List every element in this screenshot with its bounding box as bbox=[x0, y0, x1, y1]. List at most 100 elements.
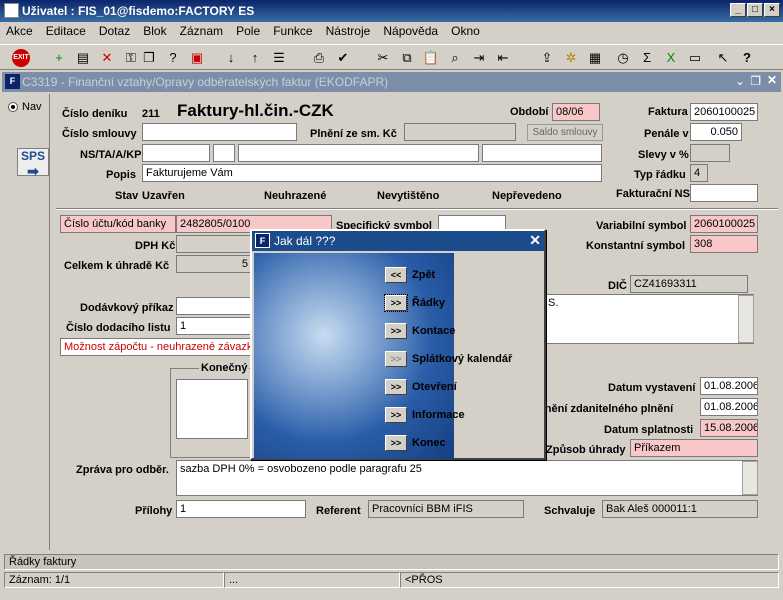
menu-okno[interactable]: Okno bbox=[451, 24, 480, 38]
document-icon[interactable]: ▭ bbox=[686, 49, 704, 67]
tools-icon[interactable]: ✲ bbox=[562, 49, 580, 67]
ta-field[interactable] bbox=[213, 144, 235, 162]
zprava-scrollbar[interactable] bbox=[742, 461, 758, 495]
fakturacni-ns-label: Fakturační NS bbox=[616, 188, 690, 200]
zpet-button[interactable]: << bbox=[385, 267, 407, 283]
search-icon[interactable]: ⌕ bbox=[446, 49, 464, 67]
datum-zdanitelneho-field[interactable]: 01.08.2006 bbox=[700, 398, 758, 416]
otevreni-button[interactable]: >> bbox=[385, 379, 407, 395]
clock-icon[interactable]: ◷ bbox=[614, 49, 632, 67]
menu-editace[interactable]: Editace bbox=[46, 24, 86, 38]
splatkovy-kalendar-button[interactable]: >> bbox=[385, 351, 407, 367]
cislo-smlouvy-label: Číslo smlouvy bbox=[62, 128, 137, 140]
dodaci-label: Číslo dodacího listu bbox=[66, 322, 171, 334]
minimize-button[interactable]: _ bbox=[730, 3, 746, 17]
konecny-field[interactable] bbox=[176, 379, 248, 439]
outdent-icon[interactable]: ⇤ bbox=[494, 49, 512, 67]
sort-descending-icon[interactable]: ↑ bbox=[246, 49, 264, 67]
variabilni-field[interactable]: 2060100025 bbox=[690, 215, 758, 233]
sort-ascending-icon[interactable]: ↓ bbox=[222, 49, 240, 67]
jak-dal-dialog: F Jak dál ??? ✕ << Zpět >> Řádky >> Kont… bbox=[250, 229, 546, 460]
menu-nastroje[interactable]: Nástroje bbox=[326, 24, 371, 38]
form-icon: F bbox=[5, 74, 20, 89]
informace-button[interactable]: >> bbox=[385, 407, 407, 423]
help-icon[interactable]: ? bbox=[738, 49, 756, 67]
fakturacni-ns-field[interactable] bbox=[690, 184, 758, 202]
form-minimize-button[interactable]: ⌄ bbox=[735, 74, 745, 88]
zpet-label: Zpět bbox=[412, 269, 436, 281]
lock-icon[interactable]: ⚿ bbox=[122, 49, 140, 67]
typ-radku-label: Typ řádku bbox=[634, 169, 686, 181]
zpusob-field[interactable]: Příkazem bbox=[630, 439, 758, 457]
calendar-icon[interactable]: ▦ bbox=[586, 49, 604, 67]
exit-icon[interactable]: EXIT bbox=[12, 49, 30, 67]
prilohy-field[interactable]: 1 bbox=[176, 500, 306, 518]
obdobi-field[interactable]: 08/06 bbox=[552, 103, 600, 121]
sum-icon[interactable]: Σ bbox=[638, 49, 656, 67]
dodavkovy-field[interactable] bbox=[176, 297, 252, 315]
typ-radku-field[interactable]: 4 bbox=[690, 164, 708, 182]
form-restore-button[interactable]: ❐ bbox=[750, 74, 761, 88]
close-button[interactable]: × bbox=[764, 3, 780, 17]
celkem-field[interactable]: 5 bbox=[176, 255, 252, 273]
dph-field[interactable] bbox=[176, 235, 252, 253]
menu-funkce[interactable]: Funkce bbox=[273, 24, 312, 38]
copy-record-icon[interactable]: ❐ bbox=[140, 49, 158, 67]
menu-blok[interactable]: Blok bbox=[143, 24, 166, 38]
cislo-smlouvy-field[interactable] bbox=[142, 123, 297, 141]
radky-button[interactable]: >> bbox=[384, 294, 408, 312]
address-field[interactable]: S. bbox=[544, 294, 754, 344]
cursor-help-icon[interactable]: ↖ bbox=[714, 49, 732, 67]
dic-field[interactable]: CZ41693311 bbox=[630, 275, 748, 293]
insert-record-icon[interactable]: + bbox=[50, 49, 68, 67]
menu-napoveda[interactable]: Nápověda bbox=[383, 24, 438, 38]
indent-icon[interactable]: ⇥ bbox=[470, 49, 488, 67]
penale-field[interactable]: 0.050 bbox=[690, 123, 742, 141]
konec-button[interactable]: >> bbox=[385, 435, 407, 451]
menu-akce[interactable]: Akce bbox=[6, 24, 33, 38]
zapocet-field[interactable]: Možnost zápočtu - neuhrazené závazky bbox=[60, 338, 252, 356]
list-icon[interactable]: ☰ bbox=[270, 49, 288, 67]
menu-dotaz[interactable]: Dotaz bbox=[99, 24, 130, 38]
excel-icon[interactable]: X bbox=[662, 49, 680, 67]
prilohy-label: Přílohy bbox=[135, 505, 173, 517]
nav-radio[interactable] bbox=[8, 102, 18, 112]
sps-button[interactable]: SPS ➡ bbox=[17, 148, 49, 179]
ns-field[interactable] bbox=[142, 144, 210, 162]
maximize-button[interactable]: □ bbox=[747, 3, 763, 17]
form-close-button[interactable]: ✕ bbox=[767, 73, 777, 87]
referent-label: Referent bbox=[316, 505, 361, 517]
datum-vystaveni-field[interactable]: 01.08.2006 bbox=[700, 377, 758, 395]
plneni-field[interactable] bbox=[404, 123, 516, 141]
copy-icon[interactable]: ⧉ bbox=[398, 49, 416, 67]
konstantni-field[interactable]: 308 bbox=[690, 235, 758, 253]
print-icon[interactable]: ⎙ bbox=[310, 49, 328, 67]
datum-splatnosti-field[interactable]: 15.08.2006 bbox=[700, 419, 758, 437]
saldo-smlouvy-button[interactable]: Saldo smlouvy bbox=[527, 124, 603, 141]
export-icon[interactable]: ⇪ bbox=[538, 49, 556, 67]
query-icon[interactable]: ? bbox=[164, 49, 182, 67]
kp-field[interactable] bbox=[482, 144, 602, 162]
dodaci-field[interactable]: 1 bbox=[176, 317, 252, 335]
section-divider bbox=[56, 208, 778, 210]
referent-field[interactable]: Pracovníci BBM iFIS bbox=[368, 500, 524, 518]
faktura-field[interactable]: 2060100025 bbox=[690, 103, 758, 121]
stav-neprevedeno: Nepřevedeno bbox=[492, 190, 562, 202]
dialog-close-button[interactable]: ✕ bbox=[529, 232, 541, 249]
save-icon[interactable]: ▤ bbox=[74, 49, 92, 67]
delete-record-icon[interactable]: ✕ bbox=[98, 49, 116, 67]
slevy-field[interactable] bbox=[690, 144, 730, 162]
address-scrollbar[interactable] bbox=[738, 295, 754, 343]
clear-query-icon[interactable]: ▣ bbox=[188, 49, 206, 67]
popis-field[interactable]: Fakturujeme Vám bbox=[142, 164, 602, 182]
zprava-field[interactable]: sazba DPH 0% = osvobozeno podle paragraf… bbox=[176, 460, 758, 496]
radky-label: Řádky bbox=[412, 297, 446, 309]
menu-zaznam[interactable]: Záznam bbox=[180, 24, 223, 38]
cut-icon[interactable]: ✂ bbox=[374, 49, 392, 67]
menu-pole[interactable]: Pole bbox=[236, 24, 260, 38]
kontace-button[interactable]: >> bbox=[385, 323, 407, 339]
a-field[interactable] bbox=[238, 144, 479, 162]
check-icon[interactable]: ✔ bbox=[334, 49, 352, 67]
schvaluje-field[interactable]: Bak Aleš 000011:1 bbox=[602, 500, 758, 518]
paste-icon[interactable]: 📋 bbox=[422, 49, 440, 67]
